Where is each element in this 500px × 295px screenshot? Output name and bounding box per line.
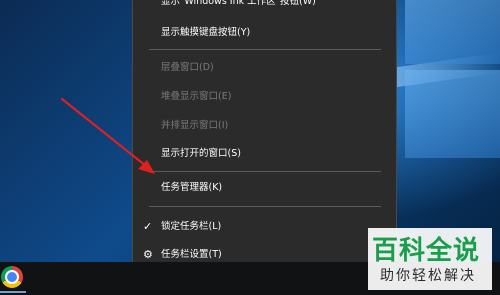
watermark-subtitle: 助你轻松解决 xyxy=(380,268,476,284)
menu-item-side-by-side: 并排显示窗口(I) xyxy=(133,115,396,137)
menu-item-label: 显示打开的窗口(S) xyxy=(161,148,241,159)
checkmark-icon: ✓ xyxy=(143,220,153,233)
menu-item-label: 并排显示窗口(I) xyxy=(161,120,229,131)
menu-separator xyxy=(149,171,381,172)
menu-item-task-manager[interactable]: 任务管理器(K) xyxy=(133,177,396,199)
chrome-icon[interactable] xyxy=(1,266,23,288)
menu-item-label: 显示触摸键盘按钮(Y) xyxy=(161,27,251,38)
menu-item-label: 显示"Windows Ink 工作区"按钮(W) xyxy=(161,0,316,7)
menu-item-label: 锁定任务栏(L) xyxy=(161,221,222,232)
menu-item-label: 任务管理器(K) xyxy=(161,182,223,193)
active-app-indicator xyxy=(0,291,26,293)
watermark-title: 百科全说 xyxy=(372,236,481,266)
menu-item-show-desktop-windows[interactable]: 显示打开的窗口(S) xyxy=(133,143,396,165)
menu-item-cascade-windows: 层叠窗口(D) xyxy=(133,57,396,79)
menu-item-label: 层叠窗口(D) xyxy=(161,62,214,73)
menu-separator xyxy=(149,206,381,207)
menu-item-touch-keyboard[interactable]: 显示触摸键盘按钮(Y) xyxy=(133,22,396,44)
taskbar-context-menu: 显示"Windows Ink 工作区"按钮(W) 显示触摸键盘按钮(Y) 层叠窗… xyxy=(132,0,397,275)
menu-item-lock-taskbar[interactable]: ✓ 锁定任务栏(L) xyxy=(133,216,396,238)
windows-logo-wallpaper xyxy=(395,0,500,260)
watermark-logo: 百科全说 助你轻松解决 xyxy=(368,228,492,290)
menu-separator xyxy=(149,49,381,50)
menu-item-label: 堆叠显示窗口(E) xyxy=(161,91,232,102)
menu-item-stack-windows: 堆叠显示窗口(E) xyxy=(133,86,396,108)
menu-item-windows-ink[interactable]: 显示"Windows Ink 工作区"按钮(W) xyxy=(133,0,396,13)
